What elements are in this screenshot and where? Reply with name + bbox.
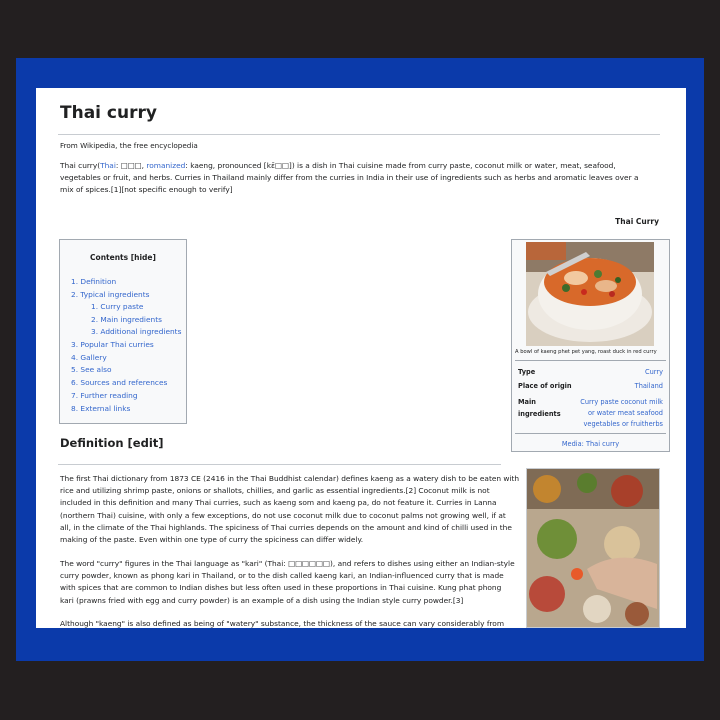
text-line: included in this definition and many Tha…	[60, 498, 497, 508]
text-line: The word "curry" figures in the Thai lan…	[60, 559, 515, 568]
toc-item-additional-ingredients[interactable]: 3. Additional ingredients	[91, 327, 181, 336]
toc-item-gallery[interactable]: 4. Gallery	[71, 353, 107, 362]
heading-divider	[58, 464, 501, 465]
intro-text: Thai curry(	[60, 161, 101, 170]
intro-text: : kaeng, pronounced [kɛ̄□□]) is a dish i…	[185, 161, 616, 170]
curry-bowl-image[interactable]	[526, 242, 654, 346]
toc-item-sources[interactable]: 6. Sources and references	[71, 378, 167, 387]
infobox-value-origin[interactable]: Thailand	[635, 381, 663, 392]
article-page: Thai curry From Wikipedia, the free ency…	[36, 88, 686, 628]
curry-ingredients-image[interactable]	[526, 468, 660, 628]
tagline: From Wikipedia, the free encyclopedia	[60, 141, 198, 150]
text-line: Although "kaeng" is also defined as bein…	[60, 619, 505, 628]
text-line: curry powder, known as phong kari in Tha…	[60, 571, 504, 581]
text-line: (northern Thai) cuisine, with only a few…	[60, 510, 506, 520]
infobox-divider	[515, 360, 666, 361]
toc-item-popular-thai-curries[interactable]: 3. Popular Thai curries	[71, 340, 154, 349]
infobox-label-origin: Place of origin	[518, 382, 572, 390]
text-line: with spices that are common to Indian di…	[60, 583, 502, 593]
toc-item-typical-ingredients[interactable]: 2. Typical ingredients	[71, 290, 149, 299]
page-title: Thai curry	[60, 103, 157, 123]
definition-paragraph-3: Although "kaeng" is also defined as bein…	[60, 618, 524, 628]
toc-title[interactable]: Contents [hide]	[60, 253, 186, 262]
infobox-label-main: Main	[518, 398, 536, 406]
table-of-contents: Contents [hide] 1. Definition 2. Typical…	[59, 239, 187, 424]
text-line: all, in the climate of the Thai highland…	[60, 522, 512, 532]
toc-item-see-also[interactable]: 5. See also	[71, 365, 112, 374]
infobox-divider	[515, 433, 666, 434]
title-divider	[58, 134, 660, 135]
toc-item-curry-paste[interactable]: 1. Curry paste	[91, 302, 143, 311]
infobox-label-ingredients: ingredients	[518, 410, 561, 418]
infobox-caption: Thai Curry	[615, 217, 659, 226]
infobox-media-link[interactable]: Media: Thai curry	[512, 440, 669, 448]
infobox: A bowl of kaeng phet pet yang, roast duc…	[511, 239, 670, 452]
text-line: kari (prawns fried with egg and curry po…	[60, 595, 464, 605]
intro-line-1: Thai curry(Thai: □□□, romanized: kaeng, …	[60, 160, 660, 172]
toc-item-definition[interactable]: 1. Definition	[71, 277, 116, 286]
infobox-image-caption: A bowl of kaeng phet pet yang, roast duc…	[515, 349, 657, 355]
intro-paragraph: Thai curry(Thai: □□□, romanized: kaeng, …	[60, 160, 660, 196]
text-line: making of the paste. Even within one typ…	[60, 535, 364, 545]
text-line: rice and utilizing shrimp paste, onions …	[60, 486, 490, 496]
infobox-value-ingredients-1[interactable]: Curry paste coconut milk	[580, 397, 663, 408]
toc-item-external-links[interactable]: 8. External links	[71, 404, 130, 413]
intro-text: : □□□,	[115, 161, 147, 170]
definition-paragraph-2: The word "curry" figures in the Thai lan…	[60, 558, 524, 607]
definition-heading: Definition [edit]	[60, 436, 164, 450]
toc-item-further-reading[interactable]: 7. Further reading	[71, 391, 138, 400]
intro-line-2: vegetables or fruit, and herbs. Curries …	[60, 173, 639, 182]
intro-line-3: mix of spices.[1][not specific enough to…	[60, 185, 233, 194]
infobox-value-type[interactable]: Curry	[645, 367, 663, 378]
definition-paragraph-1: The first Thai dictionary from 1873 CE (…	[60, 473, 524, 546]
text-line: The first Thai dictionary from 1873 CE (…	[60, 474, 520, 483]
romanized-link[interactable]: romanized	[146, 161, 185, 170]
infobox-value-ingredients-2[interactable]: or water meat seafood	[588, 408, 663, 419]
thai-link[interactable]: Thai	[100, 161, 116, 170]
infobox-value-ingredients-3[interactable]: vegetables or fruitherbs	[584, 419, 663, 430]
toc-item-main-ingredients[interactable]: 2. Main ingredients	[91, 315, 162, 324]
infobox-label-type: Type	[518, 368, 536, 376]
